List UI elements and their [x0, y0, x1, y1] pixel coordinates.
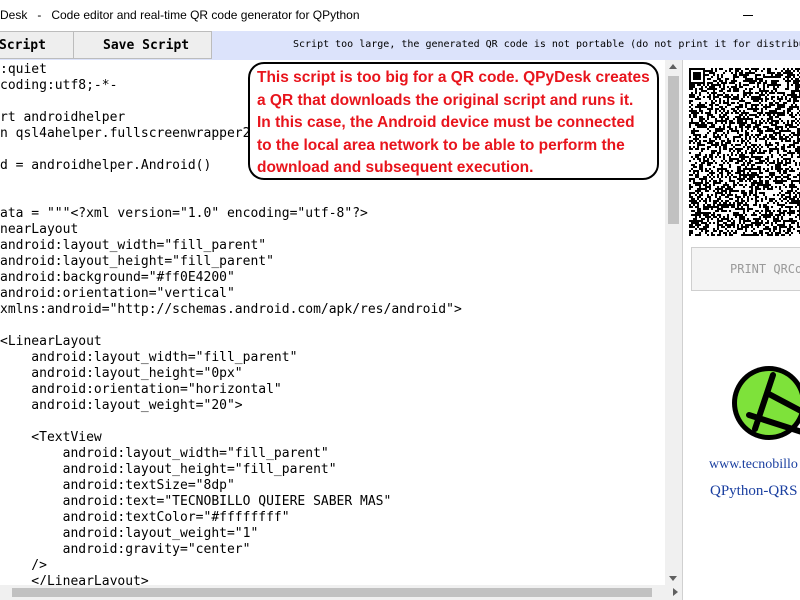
qr-code-image — [689, 68, 800, 236]
vertical-scroll-thumb[interactable] — [668, 76, 679, 224]
code-line: android:layout_width="fill_parent" — [0, 238, 267, 253]
horizontal-scroll-thumb[interactable] — [12, 588, 652, 597]
code-line: android:background="#ff0E4200" — [0, 270, 235, 285]
code-line: </LinearLayout> — [0, 574, 149, 585]
qr-panel: PRINT QRCo www.tecnobillo QPython-QRS — [682, 60, 800, 600]
code-line: android:textSize="8dp" — [0, 478, 235, 493]
code-line: <TextView — [0, 430, 102, 445]
code-line: android:layout_height="fill_parent" — [0, 462, 337, 477]
code-line: android:layout_weight="1" — [0, 526, 259, 541]
callout-line: In this case, the Android device must be… — [257, 114, 635, 131]
code-line: android:orientation="vertical" — [0, 286, 235, 301]
code-line: ata = """<?xml version="1.0" encoding="u… — [0, 206, 368, 221]
print-qr-button[interactable]: PRINT QRCo — [691, 247, 800, 291]
scroll-right-icon[interactable] — [673, 588, 678, 596]
save-script-label: Save Script — [103, 38, 190, 53]
code-line: nearLayout — [0, 222, 79, 237]
code-line: xmlns:android="http://schemas.android.co… — [0, 302, 462, 317]
code-line: android:gravity="center" — [0, 542, 251, 557]
code-line: android:orientation="horizontal" — [0, 382, 282, 397]
run-script-label: Script — [0, 38, 46, 53]
horizontal-scrollbar[interactable] — [0, 585, 682, 600]
qr-code-icon — [689, 68, 800, 236]
callout-line: to the local area network to be able to … — [257, 136, 625, 154]
title-bar: Desk - Code editor and real-time QR code… — [0, 0, 800, 32]
code-line: android:layout_width="fill_parent" — [0, 350, 298, 365]
scroll-down-icon[interactable] — [669, 576, 677, 581]
toolbar: Script Save Script Script too large, the… — [0, 31, 800, 60]
qr-status-message: Script too large, the generated QR code … — [293, 39, 800, 50]
print-qr-label: PRINT QRCo — [730, 262, 800, 276]
vertical-scrollbar[interactable] — [665, 60, 682, 585]
callout-line: download and subsequent execution. — [257, 159, 534, 176]
code-line: <LinearLayout — [0, 334, 102, 349]
code-line: android:layout_width="fill_parent" — [0, 446, 329, 461]
qpython-logo-icon — [732, 366, 800, 440]
minimize-icon[interactable] — [741, 6, 755, 20]
site-url-link[interactable]: www.tecnobillo — [709, 457, 798, 473]
code-line: android:text="TECNOBILLO QUIERE SABER MA… — [0, 494, 392, 509]
run-script-button[interactable]: Script — [0, 31, 74, 59]
code-line: /> — [0, 558, 47, 573]
code-line: android:layout_weight="20"> — [0, 398, 243, 413]
scroll-up-icon[interactable] — [669, 64, 677, 69]
window-title: Desk - Code editor and real-time QR code… — [0, 8, 360, 22]
info-callout: This script is too big for a QR code. QP… — [248, 62, 659, 180]
callout-line: This script is too big for a QR code. QP… — [257, 69, 650, 86]
code-line: android:layout_height="0px" — [0, 366, 243, 381]
app-name-link[interactable]: QPython-QRS — [710, 483, 798, 500]
code-line: android:layout_height="fill_parent" — [0, 254, 274, 269]
callout-line: a QR that downloads the original script … — [257, 91, 634, 109]
code-line: android:textColor="#ffffffff" — [0, 510, 290, 525]
qpython-logo — [729, 345, 800, 461]
save-script-button[interactable]: Save Script — [73, 31, 212, 59]
